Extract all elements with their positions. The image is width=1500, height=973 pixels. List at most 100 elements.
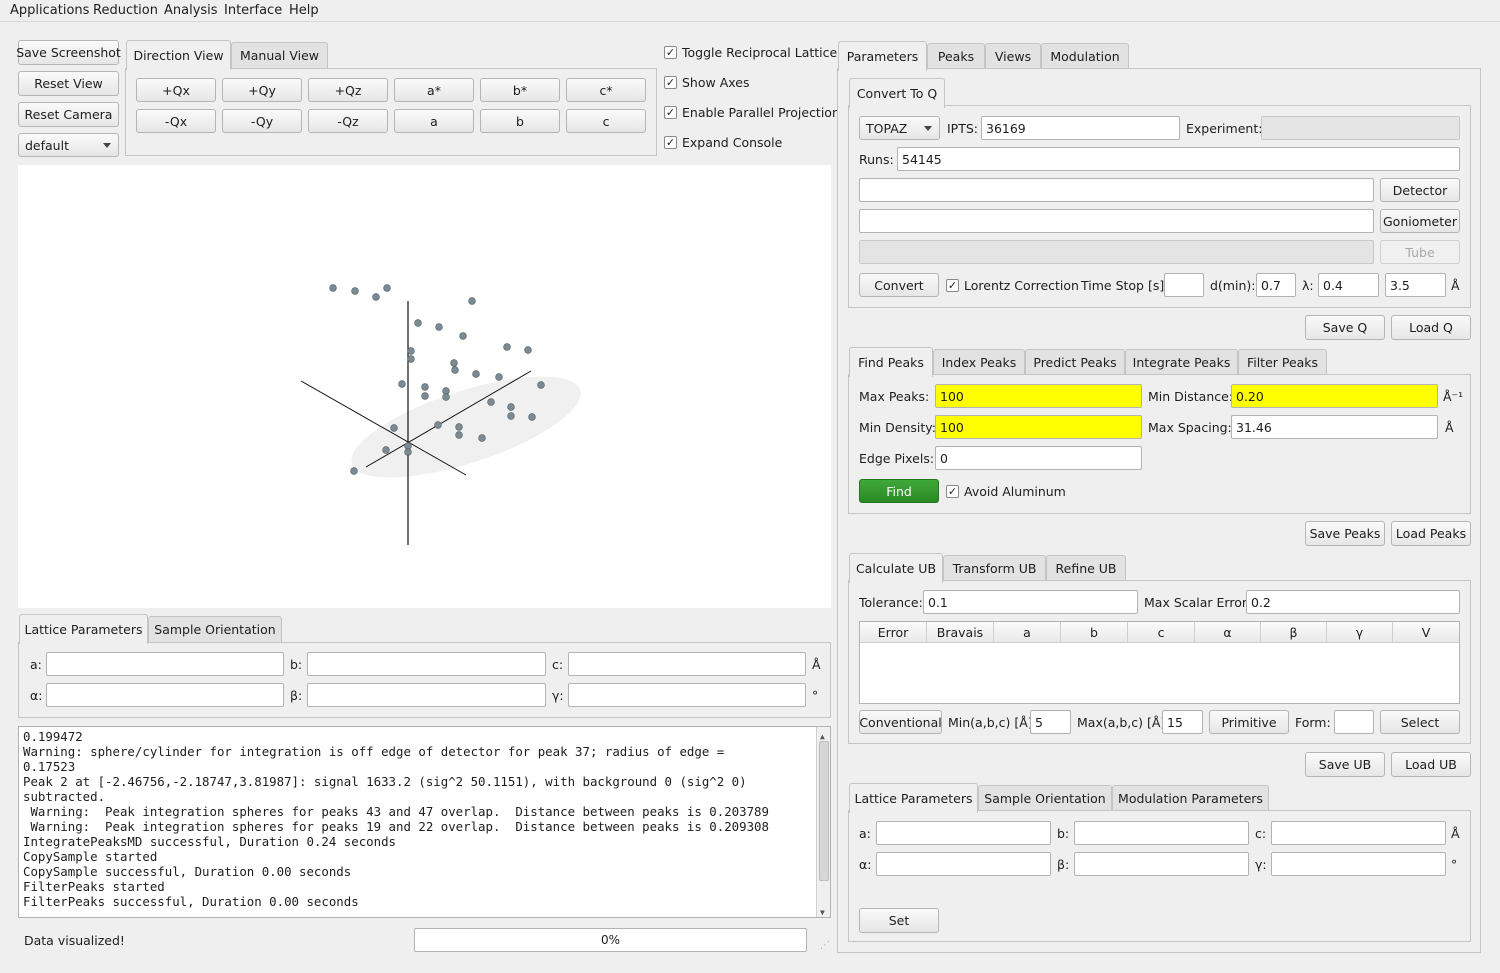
- right-lattice-b-input[interactable]: [1074, 821, 1249, 845]
- tolerance-input[interactable]: 0.1: [923, 590, 1138, 614]
- tab-filter-peaks[interactable]: Filter Peaks: [1238, 349, 1327, 375]
- view-plus-qx-button[interactable]: +Qx: [136, 78, 216, 102]
- right-lattice-alpha-input[interactable]: [876, 852, 1051, 876]
- 3d-viewport[interactable]: [18, 165, 831, 608]
- table-header-error[interactable]: Error: [860, 622, 927, 643]
- save-ub-button[interactable]: Save UB: [1305, 752, 1385, 777]
- runs-input[interactable]: 54145: [897, 147, 1460, 171]
- edge-pixels-input[interactable]: 0: [935, 446, 1142, 470]
- menu-help[interactable]: Help: [289, 3, 319, 18]
- goniometer-file-input[interactable]: [859, 209, 1374, 233]
- menu-interface[interactable]: Interface: [224, 3, 282, 18]
- reset-camera-button[interactable]: Reset Camera: [18, 102, 119, 127]
- tab-modulation[interactable]: Modulation: [1041, 43, 1129, 69]
- menu-analysis[interactable]: Analysis: [164, 3, 218, 18]
- lambda-min-input[interactable]: 0.4: [1318, 273, 1379, 297]
- tab-parameters[interactable]: Parameters: [838, 41, 927, 71]
- menu-applications[interactable]: Applications: [10, 3, 89, 18]
- right-lattice-a-input[interactable]: [876, 821, 1051, 845]
- tab-index-peaks[interactable]: Index Peaks: [933, 349, 1025, 375]
- resize-grip-icon[interactable]: ⋰: [820, 940, 830, 951]
- view-c-button[interactable]: c: [566, 109, 646, 133]
- tab-integrate-peaks[interactable]: Integrate Peaks: [1125, 349, 1238, 375]
- view-plus-qy-button[interactable]: +Qy: [222, 78, 302, 102]
- save-peaks-button[interactable]: Save Peaks: [1305, 521, 1385, 546]
- toggle-reciprocal-lattice-checkbox[interactable]: ✓: [664, 46, 677, 59]
- primitive-button[interactable]: Primitive: [1209, 710, 1289, 734]
- left-lattice-gamma-input[interactable]: [568, 683, 806, 707]
- tab-left-lattice-parameters[interactable]: Lattice Parameters: [19, 614, 148, 644]
- save-q-button[interactable]: Save Q: [1305, 315, 1385, 340]
- right-lattice-gamma-input[interactable]: [1271, 852, 1446, 876]
- console-scrollbar-thumb[interactable]: [819, 741, 829, 881]
- detector-file-input[interactable]: [859, 178, 1374, 202]
- tab-right-lattice-parameters[interactable]: Lattice Parameters: [849, 783, 978, 813]
- time-stop-input[interactable]: [1164, 273, 1204, 297]
- lorentz-correction-checkbox[interactable]: ✓: [946, 279, 959, 292]
- view-a-button[interactable]: a: [394, 109, 474, 133]
- camera-mode-select[interactable]: default: [18, 133, 119, 157]
- view-a-star-button[interactable]: a*: [394, 78, 474, 102]
- instrument-select[interactable]: TOPAZ: [859, 116, 940, 140]
- view-minus-qy-button[interactable]: -Qy: [222, 109, 302, 133]
- lambda-max-input[interactable]: 3.5: [1385, 273, 1446, 297]
- tab-convert-to-q[interactable]: Convert To Q: [849, 78, 945, 108]
- left-lattice-c-input[interactable]: [568, 652, 806, 676]
- tab-manual-view[interactable]: Manual View: [231, 42, 328, 68]
- expand-console-checkbox[interactable]: ✓: [664, 136, 677, 149]
- console-output[interactable]: 0.199472 Warning: sphere/cylinder for in…: [18, 726, 831, 918]
- min-distance-input[interactable]: 0.20: [1231, 384, 1438, 408]
- view-b-star-button[interactable]: b*: [480, 78, 560, 102]
- tab-left-sample-orientation[interactable]: Sample Orientation: [148, 616, 282, 642]
- table-header-volume[interactable]: V: [1393, 622, 1459, 643]
- conventional-button[interactable]: Conventional: [859, 710, 942, 734]
- tab-direction-view[interactable]: Direction View: [126, 40, 231, 70]
- tab-modulation-parameters[interactable]: Modulation Parameters: [1112, 785, 1269, 811]
- load-ub-button[interactable]: Load UB: [1391, 752, 1471, 777]
- ipts-input[interactable]: 36169: [981, 116, 1180, 140]
- min-abc-input[interactable]: 5: [1030, 710, 1071, 734]
- left-lattice-alpha-input[interactable]: [46, 683, 284, 707]
- find-peaks-button[interactable]: Find: [859, 479, 939, 503]
- dmin-input[interactable]: 0.7: [1256, 273, 1296, 297]
- max-peaks-input[interactable]: 100: [935, 384, 1142, 408]
- tab-peaks[interactable]: Peaks: [927, 43, 985, 69]
- table-header-bravais[interactable]: Bravais: [927, 622, 994, 643]
- view-plus-qz-button[interactable]: +Qz: [308, 78, 388, 102]
- reset-view-button[interactable]: Reset View: [18, 71, 119, 96]
- load-peaks-button[interactable]: Load Peaks: [1391, 521, 1471, 546]
- tab-find-peaks[interactable]: Find Peaks: [849, 347, 933, 377]
- min-density-input[interactable]: 100: [935, 415, 1142, 439]
- tab-views[interactable]: Views: [985, 43, 1041, 69]
- goniometer-button[interactable]: Goniometer: [1380, 209, 1460, 233]
- table-header-a[interactable]: a: [994, 622, 1061, 643]
- menu-reduction[interactable]: Reduction: [93, 3, 158, 18]
- table-header-c[interactable]: c: [1128, 622, 1195, 643]
- load-q-button[interactable]: Load Q: [1391, 315, 1471, 340]
- detector-button[interactable]: Detector: [1380, 178, 1460, 202]
- convert-button[interactable]: Convert: [859, 273, 939, 297]
- tab-calculate-ub[interactable]: Calculate UB: [849, 553, 943, 583]
- parallel-projection-checkbox[interactable]: ✓: [664, 106, 677, 119]
- table-header-alpha[interactable]: α: [1195, 622, 1261, 643]
- tab-right-sample-orientation[interactable]: Sample Orientation: [978, 785, 1112, 811]
- view-minus-qz-button[interactable]: -Qz: [308, 109, 388, 133]
- save-screenshot-button[interactable]: Save Screenshot: [16, 40, 121, 65]
- form-input[interactable]: [1334, 710, 1374, 734]
- table-header-gamma[interactable]: γ: [1327, 622, 1393, 643]
- experiment-input[interactable]: [1261, 116, 1460, 140]
- right-lattice-c-input[interactable]: [1271, 821, 1446, 845]
- tab-transform-ub[interactable]: Transform UB: [943, 555, 1046, 581]
- select-button[interactable]: Select: [1380, 710, 1460, 734]
- max-scalar-error-input[interactable]: 0.2: [1246, 590, 1460, 614]
- tube-file-input[interactable]: [859, 240, 1374, 264]
- tab-refine-ub[interactable]: Refine UB: [1046, 555, 1126, 581]
- table-header-b[interactable]: b: [1061, 622, 1128, 643]
- set-lattice-button[interactable]: Set: [859, 908, 939, 933]
- left-lattice-b-input[interactable]: [307, 652, 546, 676]
- left-lattice-a-input[interactable]: [46, 652, 284, 676]
- avoid-aluminum-checkbox[interactable]: ✓: [946, 485, 959, 498]
- max-abc-input[interactable]: 15: [1162, 710, 1203, 734]
- max-spacing-input[interactable]: 31.46: [1231, 415, 1438, 439]
- scroll-down-icon[interactable]: ▼: [820, 905, 825, 917]
